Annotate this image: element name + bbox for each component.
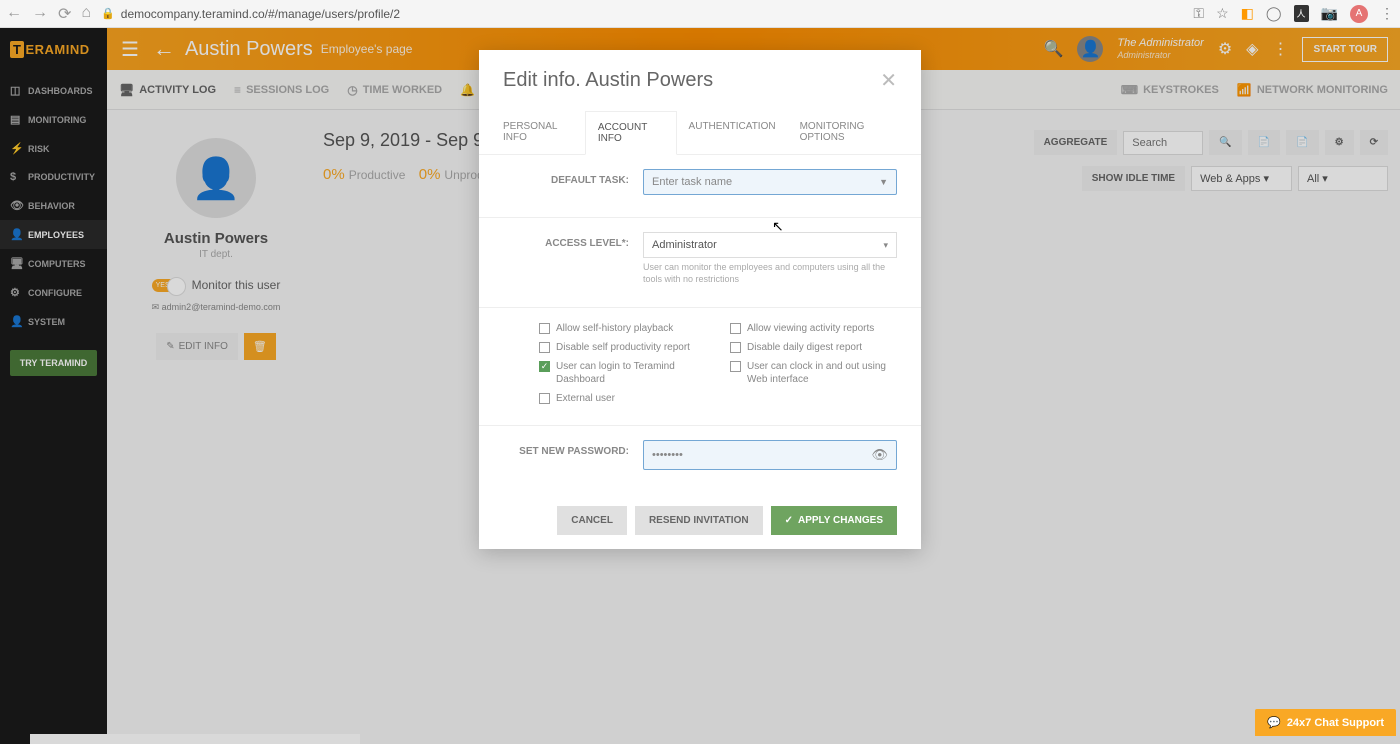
- resend-invitation-button[interactable]: RESEND INVITATION: [635, 506, 763, 535]
- url-text: democompany.teramind.co/#/manage/users/p…: [121, 7, 400, 21]
- home-icon[interactable]: ⌂: [81, 4, 91, 24]
- password-input[interactable]: •••••••• 👁: [643, 440, 897, 470]
- check-disable-digest[interactable]: Disable daily digest report: [730, 341, 897, 354]
- modal-title: Edit info. Austin Powers: [503, 69, 713, 92]
- access-level-label: ACCESS LEVEL*:: [503, 232, 643, 249]
- kebab-icon[interactable]: ⋮: [1380, 5, 1394, 22]
- check-clock-web[interactable]: User can clock in and out using Web inte…: [730, 360, 897, 386]
- close-icon[interactable]: ✕: [880, 68, 897, 93]
- url-bar[interactable]: 🔒 democompany.teramind.co/#/manage/users…: [101, 7, 1183, 21]
- forward-icon[interactable]: →: [32, 4, 48, 24]
- access-level-help: User can monitor the employees and compu…: [643, 262, 897, 285]
- check-view-reports[interactable]: Allow viewing activity reports: [730, 322, 897, 335]
- ext1-icon[interactable]: ◧: [1241, 5, 1254, 22]
- chevron-down-icon: ▼: [879, 177, 888, 187]
- apply-changes-button[interactable]: ✓ APPLY CHANGES: [771, 506, 897, 535]
- chevron-down-icon: ▾: [883, 240, 888, 251]
- tab-account-info[interactable]: ACCOUNT INFO: [585, 111, 677, 155]
- lock-icon: 🔒: [101, 7, 115, 20]
- check-disable-self-report[interactable]: Disable self productivity report: [539, 341, 706, 354]
- chat-support-button[interactable]: 💬 24x7 Chat Support: [1255, 709, 1396, 736]
- edit-info-modal: Edit info. Austin Powers ✕ PERSONAL INFO…: [479, 50, 921, 549]
- default-task-select[interactable]: Enter task name ▼: [643, 169, 897, 195]
- tab-authentication[interactable]: AUTHENTICATION: [677, 111, 788, 154]
- star-icon[interactable]: ☆: [1216, 5, 1229, 22]
- cancel-button[interactable]: CANCEL: [557, 506, 627, 535]
- browser-chrome: ← → ⟳ ⌂ 🔒 democompany.teramind.co/#/mana…: [0, 0, 1400, 28]
- eye-icon[interactable]: 👁: [871, 447, 888, 463]
- default-task-label: DEFAULT TASK:: [503, 169, 643, 186]
- tab-monitoring-options[interactable]: MONITORING OPTIONS: [788, 111, 909, 154]
- back-icon[interactable]: ←: [6, 4, 22, 24]
- access-level-select[interactable]: Administrator ▾: [643, 232, 897, 258]
- camera-icon[interactable]: 📷: [1321, 5, 1338, 22]
- check-external-user[interactable]: External user: [539, 392, 706, 405]
- check-login-dashboard[interactable]: ✓User can login to Teramind Dashboard: [539, 360, 706, 386]
- reload-icon[interactable]: ⟳: [58, 4, 71, 24]
- key-icon[interactable]: ⚿: [1193, 5, 1204, 22]
- cursor-icon: ↖: [772, 218, 784, 235]
- password-label: SET NEW PASSWORD:: [503, 440, 643, 457]
- check-self-history[interactable]: Allow self-history playback: [539, 322, 706, 335]
- pdf-ext-icon[interactable]: 人: [1294, 5, 1309, 22]
- ext2-icon[interactable]: ◯: [1266, 5, 1282, 22]
- profile-avatar-icon[interactable]: A: [1350, 5, 1368, 23]
- tab-personal-info[interactable]: PERSONAL INFO: [491, 111, 585, 154]
- modal-tabs: PERSONAL INFO ACCOUNT INFO AUTHENTICATIO…: [479, 111, 921, 155]
